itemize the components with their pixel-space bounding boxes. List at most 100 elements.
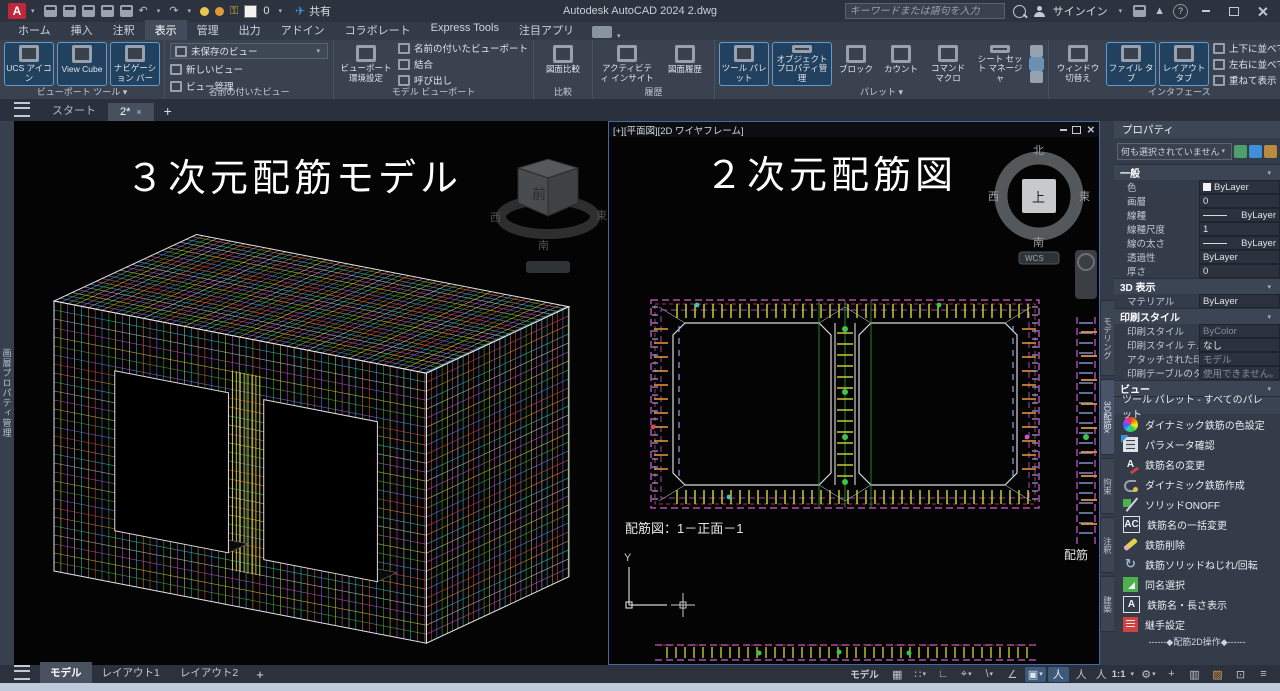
restore-button[interactable]	[1224, 4, 1244, 18]
new-layout-button[interactable]: +	[248, 667, 272, 682]
palette-tab-4[interactable]: 建築	[1100, 576, 1114, 632]
selection-dropdown[interactable]: 何も選択されていません ▾	[1117, 143, 1232, 160]
viewcube-east-label[interactable]: 東	[596, 209, 607, 222]
property-value-1-0[interactable]: ByLayer	[1199, 294, 1280, 308]
lamp-yellow-icon[interactable]	[200, 7, 209, 16]
property-value-0-1[interactable]: 0	[1199, 194, 1280, 208]
minimize-button[interactable]	[1196, 4, 1216, 18]
palette-tab-2[interactable]: 拘束	[1100, 458, 1114, 514]
palette-item-3[interactable]: ダイナミック鉄筋作成	[1114, 474, 1280, 494]
object-snap-tracking[interactable]: ∠	[1002, 667, 1023, 682]
panel-label[interactable]: ビューポート ツール ▾	[0, 85, 164, 98]
menu-tab-2[interactable]: 注釈	[103, 20, 145, 40]
search-icon[interactable]	[1013, 5, 1026, 18]
new-drawing-tab-button[interactable]: +	[154, 103, 182, 121]
viewport-close-icon[interactable]	[1087, 126, 1093, 132]
menu-tab-9[interactable]: 注目アプリ	[509, 20, 584, 40]
palette-item-6[interactable]: 鉄筋削除	[1114, 534, 1280, 554]
property-value-0-2[interactable]: ByLayer	[1199, 208, 1280, 222]
activity-insight-button[interactable]: アクティビティ インサイト	[598, 43, 656, 85]
signin-person-icon[interactable]	[1034, 6, 1045, 17]
layout-menu-icon[interactable]	[14, 665, 30, 680]
new-file-icon[interactable]	[44, 5, 57, 17]
viewcube-south-label[interactable]: 南	[538, 239, 549, 252]
open-file-icon[interactable]	[63, 5, 76, 17]
menu-tab-3[interactable]: 表示	[145, 20, 187, 40]
plot-icon[interactable]	[120, 5, 133, 17]
isodraft[interactable]: \▾	[979, 667, 1000, 682]
viewcube-2d[interactable]: 上 北 西 東 南 WCS	[987, 140, 1091, 268]
workspace-switching[interactable]: ⚙▾	[1138, 667, 1159, 682]
drawing-history-button[interactable]: 図面履歴	[661, 43, 709, 85]
save-icon[interactable]	[82, 5, 95, 17]
file-tab-menu-icon[interactable]	[14, 102, 30, 117]
named-viewports-button[interactable]: 名前の付いたビューポート	[398, 41, 528, 55]
viewcube-front-label[interactable]: 前	[532, 186, 546, 202]
viewcube-3d[interactable]: 前 西 南 東	[486, 137, 608, 283]
property-value-0-4[interactable]: ByLayer	[1199, 236, 1280, 250]
palette-item-9[interactable]: A鉄筋名・長さ表示	[1114, 594, 1280, 614]
menu-tab-8[interactable]: Express Tools	[421, 20, 509, 40]
help-icon[interactable]: ?	[1173, 4, 1188, 19]
layout-tab-2[interactable]: レイアウト2	[170, 662, 248, 683]
property-value-0-3[interactable]: 1	[1199, 222, 1280, 236]
viewcube-east-label[interactable]: 東	[1079, 190, 1090, 203]
palette-item-8[interactable]: 同名選択	[1114, 574, 1280, 594]
autodesk-app-icon[interactable]: ▲	[1154, 6, 1165, 17]
hardware-acceleration[interactable]: ▨	[1207, 667, 1228, 682]
object-snap[interactable]: ▣▾	[1025, 667, 1046, 682]
properties-palette-button[interactable]: オブジェクト プロパティ管理	[773, 43, 831, 85]
model-space[interactable]: モデル	[844, 667, 885, 682]
property-value-0-5[interactable]: ByLayer	[1199, 250, 1280, 264]
search-input[interactable]	[845, 3, 1005, 19]
annotation-scale[interactable]: 人1:1▾	[1094, 667, 1136, 682]
select-objects-icon[interactable]	[1249, 145, 1262, 158]
palette-small-icon-2[interactable]	[1030, 58, 1043, 70]
menu-tab-5[interactable]: 出力	[229, 20, 271, 40]
window-switch-button[interactable]: ウィンドウ 切替え	[1054, 43, 1102, 85]
count-palette-button[interactable]: カウント	[881, 43, 921, 85]
tab-start[interactable]: スタート	[40, 99, 108, 121]
palette-item-10[interactable]: 継手設定	[1114, 614, 1280, 634]
polar-tracking[interactable]: ⌖▾	[956, 667, 977, 682]
menu-extra-caret-icon[interactable]: ▾	[617, 32, 621, 40]
save-as-icon[interactable]	[101, 5, 114, 17]
panel-label[interactable]: パレット ▾	[715, 85, 1048, 98]
menu-tab-1[interactable]: 挿入	[61, 20, 103, 40]
quick-select-icon[interactable]	[1264, 145, 1277, 158]
sheet-set-manager-button[interactable]: シート セット マネージャ	[975, 43, 1025, 85]
unlock-icon[interactable]: ⚿	[230, 6, 238, 17]
palette-item-5[interactable]: AC鉄筋名の一括変更	[1114, 514, 1280, 534]
palette-tab-1[interactable]: 3D配筋x	[1100, 379, 1114, 455]
customization[interactable]: ≡	[1253, 667, 1274, 682]
app-menu-button[interactable]: A	[8, 3, 26, 19]
palette-small-icon-1[interactable]	[1030, 45, 1043, 57]
view-cube-button[interactable]: View Cube	[58, 43, 106, 85]
undo-caret-icon[interactable]: ▾	[157, 7, 161, 15]
layout-tab-0[interactable]: モデル	[40, 662, 92, 683]
menu-extra-icon[interactable]	[592, 26, 612, 38]
navigation-bar[interactable]	[1075, 250, 1097, 299]
signin-label[interactable]: サインイン	[1053, 3, 1108, 19]
layout-tab-1[interactable]: レイアウト1	[92, 662, 170, 683]
layer-color-chip[interactable]	[244, 5, 257, 18]
menu-tab-4[interactable]: 管理	[187, 20, 229, 40]
file-tabs-toggle[interactable]: ファイル タブ	[1107, 43, 1155, 85]
layout-tabs-toggle[interactable]: レイアウト タブ	[1160, 43, 1208, 85]
tab-drawing-2[interactable]: 2* ×	[108, 103, 154, 121]
clean-screen[interactable]: ⊡	[1230, 667, 1251, 682]
properties-panel-title[interactable]: プロパティ	[1114, 121, 1280, 138]
menu-tab-0[interactable]: ホーム	[8, 20, 61, 40]
palette-item-4[interactable]: ソリッドONOFF	[1114, 494, 1280, 514]
drawing-compare-button[interactable]: 図面比較	[539, 43, 587, 85]
property-value-0-6[interactable]: 0	[1199, 264, 1280, 278]
ortho-mode[interactable]: ∟	[933, 667, 954, 682]
property-value-2-3[interactable]: 使用できません。	[1199, 366, 1280, 380]
viewport-config-button[interactable]: ビューポート環境設定	[339, 43, 393, 85]
viewcube-south-label[interactable]: 南	[1033, 236, 1044, 249]
menu-tab-7[interactable]: コラボレート	[335, 20, 421, 40]
viewport-minimize-icon[interactable]	[1060, 129, 1067, 131]
section-header-2[interactable]: 印刷スタイル▾	[1114, 308, 1280, 324]
new-view-button[interactable]: 新しいビュー	[170, 62, 328, 76]
viewport-restore-icon[interactable]	[1072, 126, 1081, 134]
